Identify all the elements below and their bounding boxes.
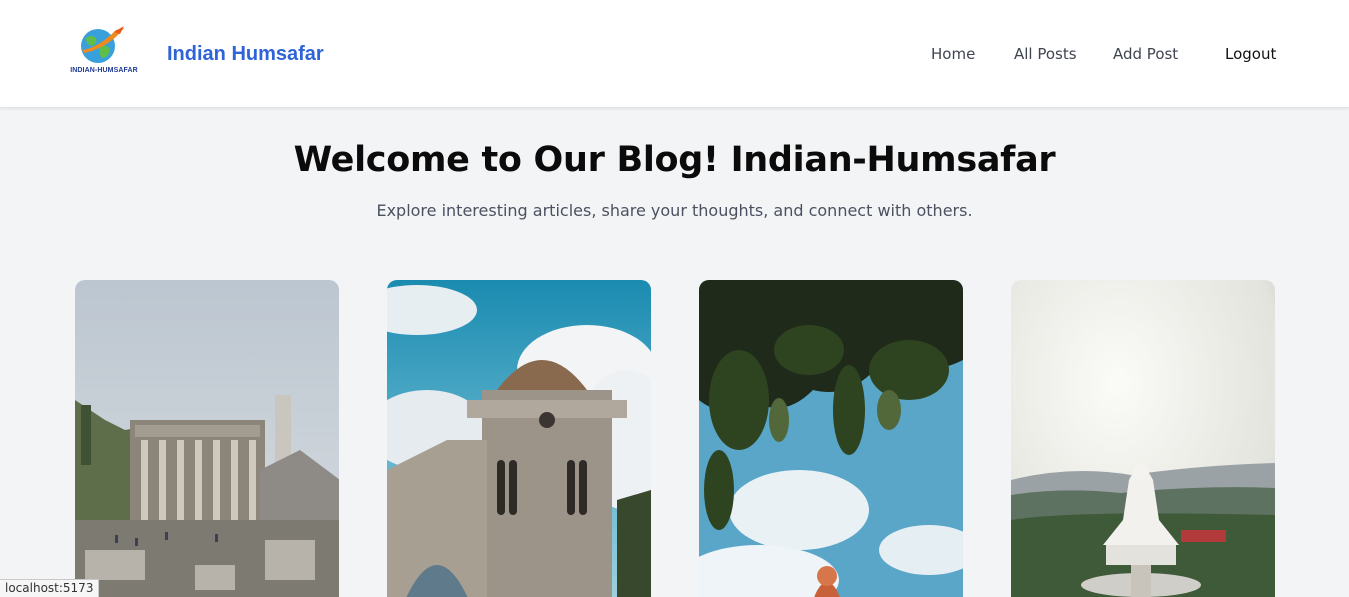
status-bar-url: localhost:5173 bbox=[0, 579, 100, 597]
nav-all-posts[interactable]: All Posts bbox=[1014, 45, 1077, 63]
page-subtitle: Explore interesting articles, share your… bbox=[376, 201, 973, 220]
post-card[interactable] bbox=[387, 280, 651, 597]
leaves-sky-temple-image bbox=[699, 280, 963, 597]
logo-text: INDIAN-HUMSAFAR bbox=[70, 67, 138, 74]
nav-add-post[interactable]: Add Post bbox=[1113, 45, 1178, 63]
page-title: Welcome to Our Blog! Indian-Humsafar bbox=[293, 140, 1056, 180]
post-card[interactable] bbox=[699, 280, 963, 597]
post-card[interactable] bbox=[1011, 280, 1275, 597]
site-header: INDIAN-HUMSAFAR Indian Humsafar Home All… bbox=[0, 0, 1349, 108]
domed-church-tower-image bbox=[387, 280, 651, 597]
logout-button[interactable]: Logout bbox=[1225, 45, 1276, 63]
post-card[interactable] bbox=[75, 280, 339, 597]
ancient-library-ruins-image bbox=[75, 280, 339, 597]
main-nav: Home All Posts Add Post Logout bbox=[0, 45, 1349, 65]
nav-home[interactable]: Home bbox=[931, 45, 975, 63]
white-buddha-statue-image bbox=[1011, 280, 1275, 597]
